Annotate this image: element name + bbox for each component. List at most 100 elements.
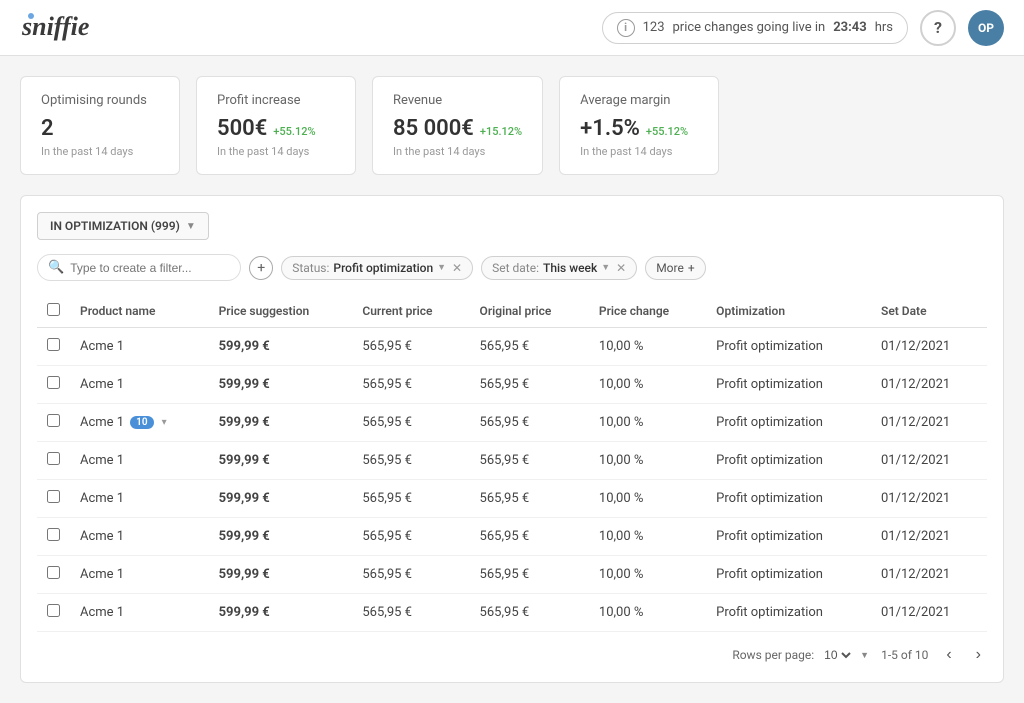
row-optimization-3: Profit optimization (706, 442, 871, 480)
row-current-price-6: 565,95 € (352, 556, 469, 594)
col-original-price: Original price (470, 295, 589, 328)
table-row: Acme 1 599,99 € 565,95 € 565,95 € 10,00 … (37, 328, 987, 366)
search-box[interactable]: 🔍 (37, 254, 241, 281)
table-section: IN OPTIMIZATION (999) ▼ 🔍 + Status: Prof… (20, 195, 1004, 683)
alert-message: price changes going live in (673, 20, 826, 35)
row-checkbox-4[interactable] (37, 480, 70, 518)
optimization-selector[interactable]: IN OPTIMIZATION (999) ▼ (37, 212, 209, 240)
col-optimization: Optimization (706, 295, 871, 328)
help-button[interactable]: ? (920, 10, 956, 46)
row-original-price-3: 565,95 € (470, 442, 589, 480)
stat-title-3: Average margin (580, 93, 698, 108)
row-current-price-3: 565,95 € (352, 442, 469, 480)
row-product-2: Acme 1 10 ▾ (70, 404, 209, 442)
avatar[interactable]: OP (968, 10, 1004, 46)
status-chip-expand-icon: ▼ (437, 262, 446, 273)
rows-per-page: Rows per page: 10 25 50 ▼ (732, 647, 869, 663)
col-price-change: Price change (589, 295, 706, 328)
header: sniffie i 123 price changes going live i… (0, 0, 1024, 56)
row-set-date-5: 01/12/2021 (871, 518, 987, 556)
price-alert-badge[interactable]: i 123 price changes going live in 23:43 … (602, 12, 908, 44)
row-price-suggestion-7: 599,99 € (209, 594, 353, 632)
row-select-4[interactable] (47, 490, 60, 503)
table-row: Acme 1 599,99 € 565,95 € 565,95 € 10,00 … (37, 442, 987, 480)
header-right: i 123 price changes going live in 23:43 … (602, 10, 1004, 46)
row-original-price-5: 565,95 € (470, 518, 589, 556)
stat-value-2: 85 000€ +15.12% (393, 116, 522, 141)
stat-sub-2: In the past 14 days (393, 145, 522, 158)
row-current-price-1: 565,95 € (352, 366, 469, 404)
table-row: Acme 1 599,99 € 565,95 € 565,95 € 10,00 … (37, 556, 987, 594)
more-label: More (656, 261, 684, 275)
row-price-change-4: 10,00 % (589, 480, 706, 518)
row-original-price-2: 565,95 € (470, 404, 589, 442)
next-page-button[interactable]: › (970, 644, 987, 666)
filter-bar: 🔍 + Status: Profit optimization ▼ ✕ Set … (37, 254, 987, 281)
stats-row: Optimising rounds 2 In the past 14 days … (20, 76, 1004, 175)
stat-sub-3: In the past 14 days (580, 145, 698, 158)
row-set-date-7: 01/12/2021 (871, 594, 987, 632)
search-input[interactable] (70, 261, 230, 275)
info-icon: i (617, 19, 635, 37)
setdate-filter-chip[interactable]: Set date: This week ▼ ✕ (481, 256, 637, 280)
row-checkbox-1[interactable] (37, 366, 70, 404)
row-optimization-5: Profit optimization (706, 518, 871, 556)
row-original-price-4: 565,95 € (470, 480, 589, 518)
row-price-suggestion-3: 599,99 € (209, 442, 353, 480)
setdate-chip-close-icon[interactable]: ✕ (616, 261, 626, 275)
row-current-price-0: 565,95 € (352, 328, 469, 366)
status-chip-close-icon[interactable]: ✕ (452, 261, 462, 275)
rows-per-page-select[interactable]: 10 25 50 (820, 647, 854, 663)
setdate-chip-label: Set date: (492, 261, 539, 275)
row-checkbox-3[interactable] (37, 442, 70, 480)
row-checkbox-7[interactable] (37, 594, 70, 632)
status-filter-chip[interactable]: Status: Profit optimization ▼ ✕ (281, 256, 473, 280)
table-row: Acme 1 599,99 € 565,95 € 565,95 € 10,00 … (37, 366, 987, 404)
select-all-checkbox[interactable] (47, 303, 60, 316)
col-product-name: Product name (70, 295, 209, 328)
row-price-change-3: 10,00 % (589, 442, 706, 480)
row-price-suggestion-2: 599,99 € (209, 404, 353, 442)
row-select-6[interactable] (47, 566, 60, 579)
select-all-header[interactable] (37, 295, 70, 328)
col-set-date: Set Date (871, 295, 987, 328)
stat-title-1: Profit increase (217, 93, 335, 108)
product-caret-2[interactable]: ▾ (162, 417, 167, 428)
row-select-7[interactable] (47, 604, 60, 617)
row-price-change-5: 10,00 % (589, 518, 706, 556)
row-price-suggestion-5: 599,99 € (209, 518, 353, 556)
alert-unit: hrs (875, 20, 893, 35)
stat-title-0: Optimising rounds (41, 93, 159, 108)
prev-page-button[interactable]: ‹ (940, 644, 957, 666)
opt-selector-label: IN OPTIMIZATION (999) (50, 219, 180, 233)
table-body: Acme 1 599,99 € 565,95 € 565,95 € 10,00 … (37, 328, 987, 632)
row-original-price-0: 565,95 € (470, 328, 589, 366)
row-price-change-6: 10,00 % (589, 556, 706, 594)
row-checkbox-2[interactable] (37, 404, 70, 442)
more-filters-button[interactable]: More + (645, 256, 705, 280)
product-badge-2: 10 (130, 416, 153, 429)
row-original-price-6: 565,95 € (470, 556, 589, 594)
row-select-1[interactable] (47, 376, 60, 389)
status-chip-label: Status: (292, 261, 329, 275)
alert-timer: 23:43 (833, 20, 867, 35)
row-optimization-2: Profit optimization (706, 404, 871, 442)
row-checkbox-5[interactable] (37, 518, 70, 556)
stat-card-3: Average margin +1.5% +55.12% In the past… (559, 76, 719, 175)
table-row: Acme 1 599,99 € 565,95 € 565,95 € 10,00 … (37, 480, 987, 518)
row-product-6: Acme 1 (70, 556, 209, 594)
add-filter-button[interactable]: + (249, 256, 273, 280)
row-set-date-0: 01/12/2021 (871, 328, 987, 366)
row-set-date-4: 01/12/2021 (871, 480, 987, 518)
row-select-5[interactable] (47, 528, 60, 541)
row-select-3[interactable] (47, 452, 60, 465)
row-select-2[interactable] (47, 414, 60, 427)
row-select-0[interactable] (47, 338, 60, 351)
row-checkbox-6[interactable] (37, 556, 70, 594)
row-checkbox-0[interactable] (37, 328, 70, 366)
row-set-date-1: 01/12/2021 (871, 366, 987, 404)
stat-badge-1: +55.12% (273, 125, 315, 138)
main-content: Optimising rounds 2 In the past 14 days … (0, 56, 1024, 703)
row-optimization-1: Profit optimization (706, 366, 871, 404)
row-product-1: Acme 1 (70, 366, 209, 404)
